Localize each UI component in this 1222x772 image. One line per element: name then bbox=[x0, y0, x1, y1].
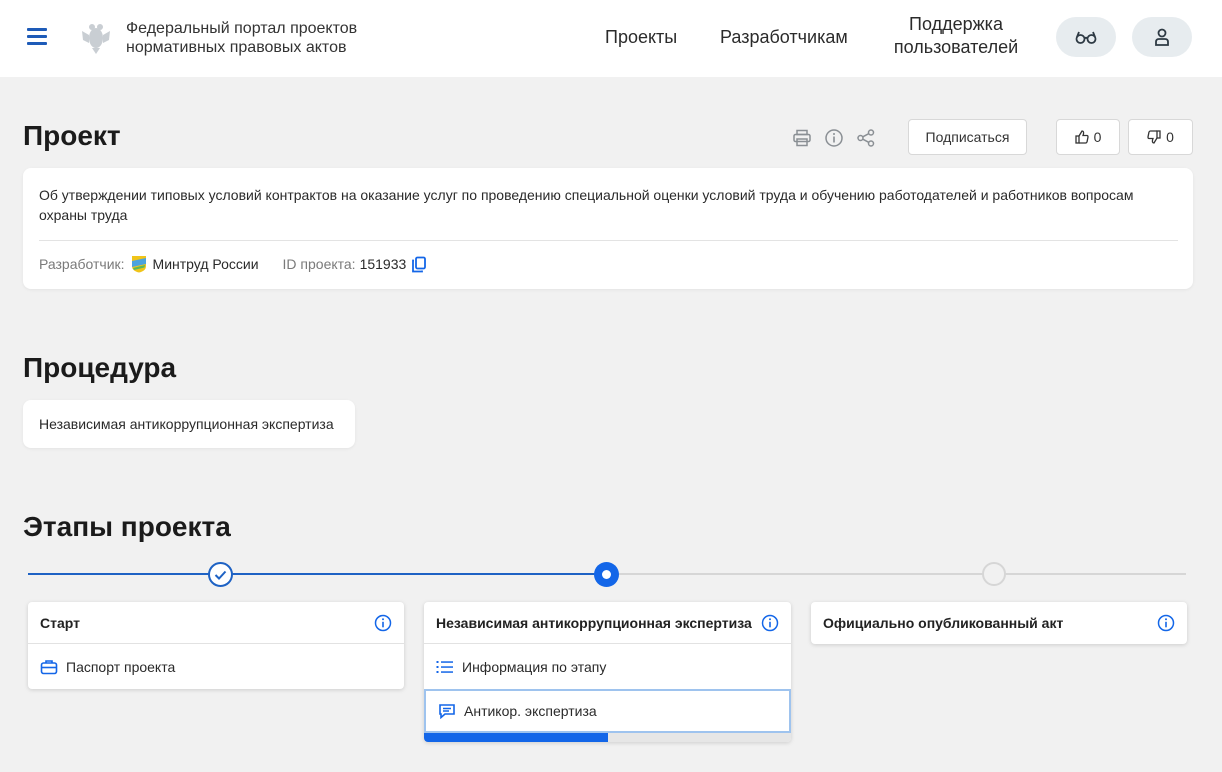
glasses-icon bbox=[1075, 31, 1097, 44]
stage-title-text: Официально опубликованный акт bbox=[823, 615, 1064, 631]
stage-link-info[interactable]: Информация по этапу bbox=[424, 645, 791, 689]
stage-node-current[interactable] bbox=[594, 562, 619, 587]
project-heading: Проект bbox=[23, 120, 121, 151]
stage-node-future[interactable] bbox=[982, 562, 1006, 586]
project-description: Об утверждении типовых условий контракто… bbox=[39, 187, 1134, 223]
info-icon[interactable] bbox=[824, 128, 844, 148]
accessibility-button[interactable] bbox=[1056, 17, 1116, 57]
stage-progress-fill bbox=[424, 733, 608, 742]
progress-track-remaining bbox=[608, 573, 1186, 575]
thumbs-down-icon bbox=[1147, 130, 1161, 144]
project-id-value: 151933 bbox=[359, 256, 407, 272]
share-icon[interactable] bbox=[856, 128, 876, 148]
comment-icon bbox=[439, 704, 455, 719]
like-count: 0 bbox=[1093, 129, 1102, 145]
procedure-value: Независимая антикоррупционная экспертиза bbox=[39, 416, 334, 432]
stage-title: Независимая антикоррупционная экспертиза bbox=[424, 602, 791, 644]
project-meta: Разработчик: Минтруд России ID проекта: … bbox=[39, 255, 427, 273]
stage-link-passport[interactable]: Паспорт проекта bbox=[28, 645, 404, 689]
project-id-label: ID проекта: bbox=[282, 256, 356, 272]
info-icon[interactable] bbox=[374, 614, 392, 632]
nav-support[interactable]: Поддержка пользователей bbox=[892, 13, 1020, 59]
stage-link-label: Антикор. экспертиза bbox=[464, 703, 597, 719]
developer-label: Разработчик: bbox=[39, 256, 125, 272]
stage-link-expertise[interactable]: Антикор. экспертиза bbox=[424, 689, 791, 733]
stage-link-label: Информация по этапу bbox=[462, 659, 607, 675]
divider bbox=[39, 240, 1178, 241]
stage-title: Официально опубликованный акт bbox=[811, 602, 1187, 644]
info-icon[interactable] bbox=[761, 614, 779, 632]
stage-progress-bar bbox=[424, 733, 791, 742]
stage-title: Старт bbox=[28, 602, 404, 644]
procedure-card: Независимая антикоррупционная экспертиза bbox=[23, 400, 355, 448]
user-icon bbox=[1155, 28, 1169, 46]
nav-developers[interactable]: Разработчикам bbox=[720, 27, 848, 48]
briefcase-icon bbox=[40, 660, 58, 675]
user-button[interactable] bbox=[1132, 17, 1192, 57]
check-icon bbox=[214, 570, 227, 580]
site-header: Федеральный портал проектов нормативных … bbox=[0, 0, 1222, 77]
portal-title[interactable]: Федеральный портал проектов нормативных … bbox=[126, 19, 386, 57]
stage-card-start: Старт Паспорт проекта bbox=[28, 602, 404, 689]
hamburger-icon[interactable] bbox=[27, 28, 47, 46]
nav-projects[interactable]: Проекты bbox=[605, 27, 677, 48]
copy-icon[interactable] bbox=[411, 256, 427, 273]
dislike-count: 0 bbox=[1166, 129, 1174, 145]
stage-card-current: Независимая антикоррупционная экспертиза… bbox=[424, 602, 791, 742]
stage-link-label: Паспорт проекта bbox=[66, 659, 176, 675]
procedure-heading: Процедура bbox=[23, 352, 177, 383]
stage-card-final: Официально опубликованный акт bbox=[811, 602, 1187, 644]
list-icon bbox=[436, 661, 453, 673]
subscribe-button[interactable]: Подписаться bbox=[908, 119, 1027, 155]
stage-node-done[interactable] bbox=[208, 562, 233, 587]
print-icon[interactable] bbox=[792, 128, 812, 148]
thumbs-up-icon bbox=[1074, 130, 1089, 144]
developer-name[interactable]: Минтруд России bbox=[153, 256, 259, 272]
project-card: Об утверждении типовых условий контракто… bbox=[23, 168, 1193, 289]
info-icon[interactable] bbox=[1157, 614, 1175, 632]
stages-heading: Этапы проекта bbox=[23, 511, 231, 542]
dislike-button[interactable]: 0 bbox=[1128, 119, 1193, 155]
stage-title-text: Старт bbox=[40, 614, 80, 631]
like-button[interactable]: 0 bbox=[1056, 119, 1120, 155]
progress-track-done bbox=[28, 573, 608, 575]
stage-title-text: Независимая антикоррупционная экспертиза bbox=[436, 614, 752, 631]
ministry-logo-icon bbox=[131, 256, 146, 273]
coat-of-arms-icon bbox=[82, 24, 110, 54]
